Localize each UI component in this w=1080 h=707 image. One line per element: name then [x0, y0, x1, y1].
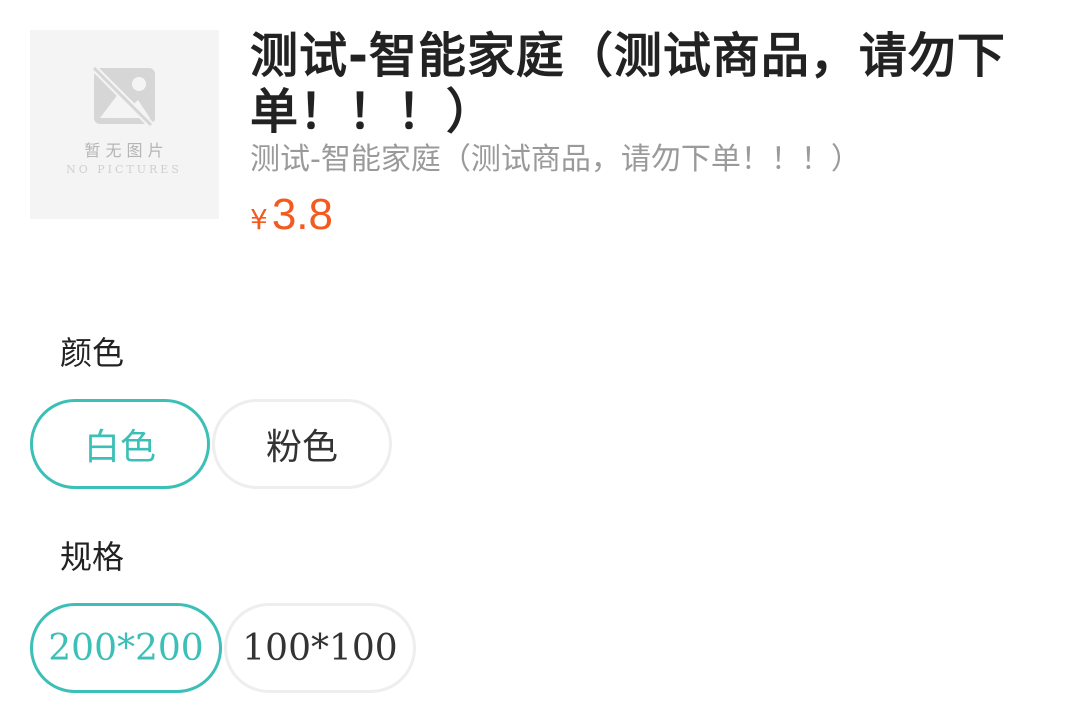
no-image-icon: 暂 无 图 片 NO PICTURES	[66, 66, 182, 176]
no-image-text-en: NO PICTURES	[66, 163, 182, 176]
product-image-placeholder: 暂 无 图 片 NO PICTURES	[30, 30, 219, 219]
spec-label-color: 颜色	[60, 334, 125, 372]
no-image-text-cn: 暂 无 图 片	[84, 141, 163, 160]
option-chip-white[interactable]: 白色	[30, 399, 210, 489]
product-price: ¥ 3.8	[250, 190, 1050, 240]
product-info: 测试-智能家庭（测试商品，请勿下单！！！） 测试-智能家庭（测试商品，请勿下单！…	[250, 28, 1050, 240]
product-subtitle: 测试-智能家庭（测试商品，请勿下单！！！）	[250, 142, 861, 177]
option-chip-pink[interactable]: 粉色	[212, 399, 392, 489]
option-chip-100x100[interactable]: 100*100	[224, 603, 416, 693]
option-chip-200x200[interactable]: 200*200	[30, 603, 222, 693]
sku-selector-panel: 暂 无 图 片 NO PICTURES 测试-智能家庭（测试商品，请勿下单！！！…	[0, 0, 1080, 707]
price-currency-symbol: ¥	[250, 203, 268, 236]
price-amount: 3.8	[271, 190, 333, 239]
color-options: 白色 粉色	[30, 399, 392, 489]
spec-label-size: 规格	[60, 538, 125, 576]
size-options: 200*200 100*100	[30, 603, 416, 693]
product-title: 测试-智能家庭（测试商品，请勿下单！！！）	[250, 28, 1006, 140]
